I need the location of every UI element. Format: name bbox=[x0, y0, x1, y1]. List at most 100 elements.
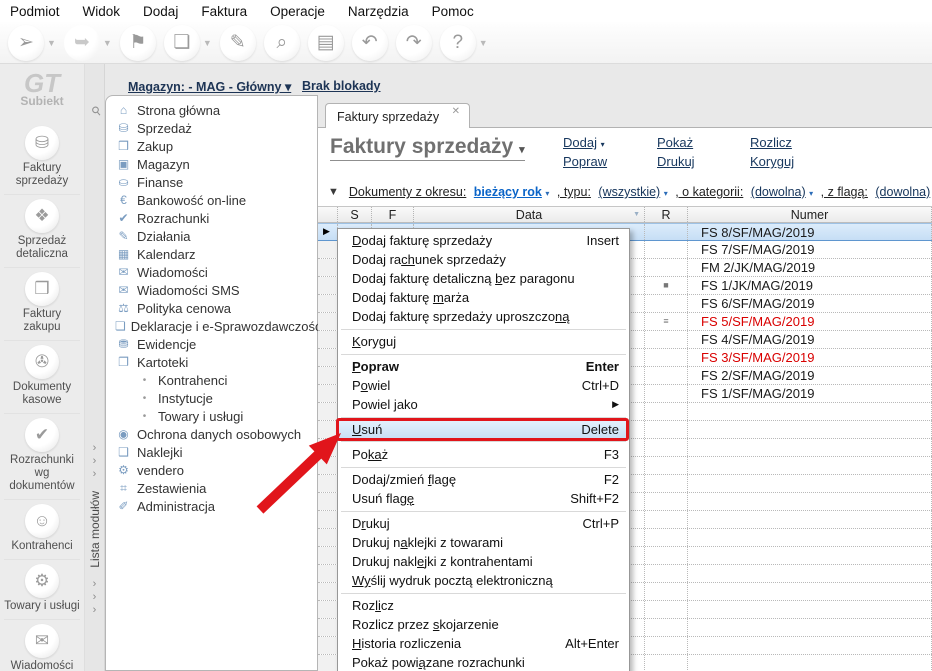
toolbar-button[interactable]: ⚑ ▼ bbox=[119, 24, 156, 61]
tree-item[interactable]: € Bankowość on-line bbox=[106, 191, 317, 209]
chevron-down-icon[interactable]: ▼ bbox=[47, 38, 56, 48]
context-menu-item[interactable]: Powiel jako ▶ bbox=[338, 395, 629, 418]
context-menu-item[interactable]: Pokaż powiązane rozrachunki ▶ bbox=[338, 653, 629, 671]
toolbar-button[interactable]: ↷ ▼ bbox=[395, 24, 432, 61]
menu-item[interactable]: Widok bbox=[83, 4, 121, 19]
toolbar-button[interactable]: ➥ ▼ bbox=[63, 24, 112, 61]
context-menu-item[interactable]: Dodaj fakturę detaliczną bez paragonu ▶ bbox=[338, 269, 629, 288]
menu-item[interactable]: Operacje bbox=[270, 4, 325, 19]
action-link[interactable]: Popraw bbox=[563, 154, 607, 169]
close-icon[interactable]: ✕ bbox=[452, 106, 460, 117]
tree-item[interactable]: ❏ Deklaracje i e-Sprawozdawczość bbox=[106, 317, 322, 335]
action-link[interactable]: Pokaż bbox=[657, 135, 693, 150]
column-header[interactable]: Data ▼ bbox=[414, 207, 645, 222]
tree-item[interactable]: ❑ Naklejki bbox=[106, 443, 317, 461]
action-link[interactable]: Rozlicz bbox=[750, 135, 792, 150]
context-menu-item[interactable]: Usuń Delete ▶ bbox=[336, 418, 629, 442]
chevron-down-icon[interactable]: ▼ bbox=[103, 38, 112, 48]
sidebar-module[interactable]: ⚙ Towary i usługi bbox=[4, 560, 80, 620]
context-menu-item[interactable]: Koryguj ▶ bbox=[338, 332, 629, 355]
chevron-right-icon[interactable]: › bbox=[93, 578, 97, 591]
context-menu-item[interactable]: Dodaj fakturę sprzedaży Insert ▶ bbox=[338, 231, 629, 250]
filter-segment[interactable]: (dowolna) bbox=[875, 185, 930, 199]
tree-item[interactable]: ▣ Magazyn bbox=[106, 155, 317, 173]
tree-item[interactable]: • Instytucje bbox=[106, 389, 317, 407]
lock-status-link[interactable]: Brak blokady bbox=[302, 79, 381, 93]
sidebar-module[interactable]: ❒ Faktury zakupu bbox=[4, 268, 80, 341]
tab-faktury-sprzedazy[interactable]: Faktury sprzedaży ✕ bbox=[325, 103, 470, 128]
action-link[interactable]: Dodaj bbox=[563, 135, 597, 150]
tree-item[interactable]: ✔ Rozrachunki bbox=[106, 209, 317, 227]
filter-segment[interactable]: , o kategorii: bbox=[675, 185, 743, 199]
toolbar-button[interactable]: ➢ ▼ bbox=[8, 24, 56, 61]
tree-item[interactable]: ⛀ Finanse bbox=[106, 173, 317, 191]
chevron-right-icon[interactable]: › bbox=[93, 468, 97, 481]
toolbar-button[interactable]: ▤ ▼ bbox=[307, 24, 344, 61]
filter-funnel-icon[interactable]: ▼ bbox=[328, 186, 339, 198]
action-link[interactable]: Koryguj bbox=[750, 154, 794, 169]
column-header[interactable]: R bbox=[645, 207, 688, 222]
sidebar-module[interactable]: ✉ Wiadomości odebrane bbox=[4, 620, 80, 671]
tree-item[interactable]: ⛃ Ewidencje bbox=[106, 335, 317, 353]
context-menu-item[interactable]: Rozlicz ▶ bbox=[338, 596, 629, 615]
tree-item[interactable]: ❐ Kartoteki bbox=[106, 353, 317, 371]
warehouse-selector-link[interactable]: Magazyn: - MAG - Główny ▾ bbox=[128, 79, 291, 94]
menu-item[interactable]: Narzędzia bbox=[348, 4, 409, 19]
filter-segment[interactable]: bieżący rok bbox=[474, 185, 542, 199]
filter-segment[interactable]: , typu: bbox=[557, 185, 591, 199]
tree-item[interactable]: ✉ Wiadomości SMS bbox=[106, 281, 317, 299]
action-link[interactable]: Drukuj bbox=[657, 154, 695, 169]
tree-item[interactable]: ⌂ Strona główna bbox=[106, 101, 317, 119]
context-menu-item[interactable]: Rozlicz przez skojarzenie ▶ bbox=[338, 615, 629, 634]
sidebar-module[interactable]: ⛁ Faktury sprzedaży bbox=[4, 122, 80, 195]
tree-item[interactable]: ✎ Działania bbox=[106, 227, 317, 245]
tree-item[interactable]: ⌗ Zestawienia bbox=[106, 479, 317, 497]
context-menu-item[interactable]: Dodaj fakturę marża ▶ bbox=[338, 288, 629, 307]
column-header[interactable]: Numer bbox=[688, 207, 932, 222]
filter-segment[interactable]: (wszystkie) bbox=[598, 185, 660, 199]
tree-item[interactable]: • Towary i usługi bbox=[106, 407, 317, 425]
chevron-right-icon[interactable]: › bbox=[93, 455, 97, 468]
toolbar-button[interactable]: ? ▼ bbox=[439, 24, 488, 61]
column-header[interactable]: F bbox=[372, 207, 414, 222]
context-menu-item[interactable]: Dodaj fakturę sprzedaży uproszczoną ▶ bbox=[338, 307, 629, 330]
sidebar-module[interactable]: ☺ Kontrahenci bbox=[4, 500, 80, 560]
chevron-down-icon[interactable]: ▼ bbox=[203, 38, 212, 48]
menu-item[interactable]: Dodaj bbox=[143, 4, 178, 19]
chevron-down-icon[interactable]: ▼ bbox=[479, 38, 488, 48]
tree-item[interactable]: ▦ Kalendarz bbox=[106, 245, 317, 263]
context-menu-item[interactable]: Pokaż F3 ▶ bbox=[338, 445, 629, 468]
tree-item[interactable]: ⚖ Polityka cenowa bbox=[106, 299, 317, 317]
column-header[interactable] bbox=[318, 207, 338, 222]
tree-item[interactable]: ✉ Wiadomości bbox=[106, 263, 317, 281]
menu-item[interactable]: Pomoc bbox=[432, 4, 474, 19]
tree-item[interactable]: • Kontrahenci bbox=[106, 371, 317, 389]
context-menu-item[interactable]: Drukuj Ctrl+P ▶ bbox=[338, 514, 629, 533]
toolbar-button[interactable]: ↶ ▼ bbox=[351, 24, 388, 61]
sidebar-module[interactable]: ✔ Rozrachunki wg dokumentów bbox=[4, 414, 80, 500]
context-menu-item[interactable]: Powiel Ctrl+D ▶ bbox=[338, 376, 629, 395]
sidebar-module[interactable]: ✇ Dokumenty kasowe bbox=[4, 341, 80, 414]
toolbar-button[interactable]: ❏ ▼ bbox=[163, 24, 212, 61]
context-menu-item[interactable]: Drukuj naklejki z kontrahentami ▶ bbox=[338, 552, 629, 571]
chevron-right-icon[interactable]: › bbox=[93, 442, 97, 455]
menu-item[interactable]: Podmiot bbox=[10, 4, 60, 19]
context-menu-item[interactable]: Usuń flagę Shift+F2 ▶ bbox=[338, 489, 629, 512]
tree-item[interactable]: ⚙ vendero bbox=[106, 461, 317, 479]
page-title[interactable]: Faktury sprzedaży ▾ bbox=[330, 135, 525, 161]
context-menu-item[interactable]: Wyślij wydruk pocztą elektroniczną ▶ bbox=[338, 571, 629, 594]
chevron-right-icon[interactable]: › bbox=[93, 591, 97, 604]
toolbar-button[interactable]: ⌕ ▼ bbox=[263, 24, 300, 61]
tree-item[interactable]: ◉ Ochrona danych osobowych bbox=[106, 425, 317, 443]
context-menu-item[interactable]: Dodaj/zmień flagę F2 ▶ bbox=[338, 470, 629, 489]
column-header[interactable]: S bbox=[338, 207, 372, 222]
context-menu-item[interactable]: Dodaj rachunek sprzedaży ▶ bbox=[338, 250, 629, 269]
chevron-right-icon[interactable]: › bbox=[93, 604, 97, 617]
context-menu-item[interactable]: Popraw Enter ▶ bbox=[338, 357, 629, 376]
filter-segment[interactable]: Dokumenty z okresu: bbox=[349, 185, 466, 199]
toolbar-button[interactable]: ✎ ▼ bbox=[219, 24, 256, 61]
filter-segment[interactable]: (dowolna) bbox=[751, 185, 806, 199]
context-menu-item[interactable]: Drukuj naklejki z towarami ▶ bbox=[338, 533, 629, 552]
sidebar-module[interactable]: ❖ Sprzedaż detaliczna bbox=[4, 195, 80, 268]
tree-item[interactable]: ✐ Administracja bbox=[106, 497, 317, 515]
